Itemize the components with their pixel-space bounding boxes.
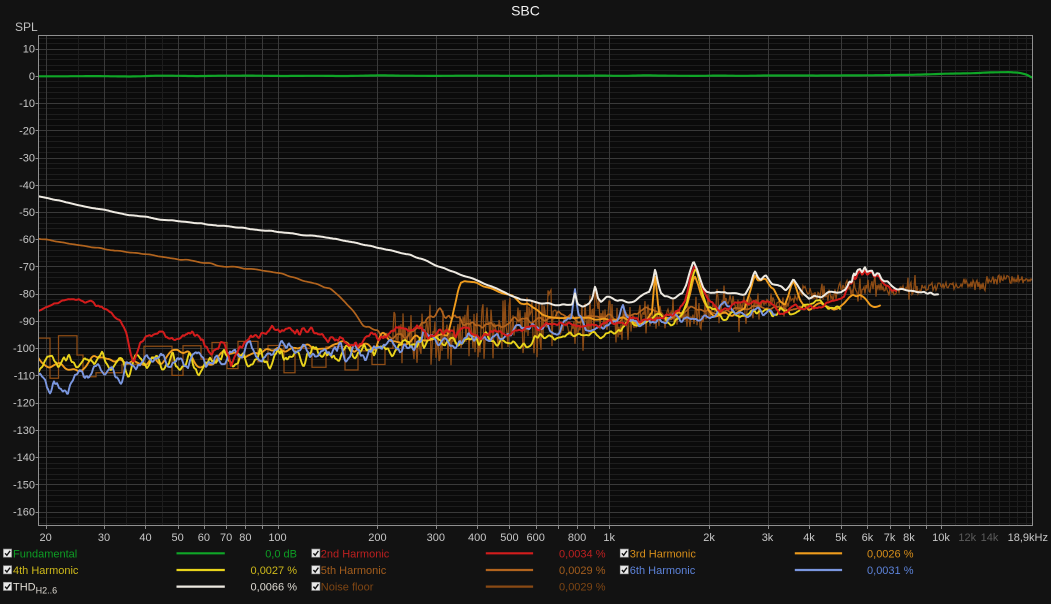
svg-text:-40: -40	[19, 180, 35, 192]
svg-text:-110: -110	[14, 370, 35, 382]
svg-text:200: 200	[368, 532, 386, 544]
svg-text:100: 100	[268, 532, 286, 544]
svg-text:4th Harmonic: 4th Harmonic	[13, 565, 79, 577]
svg-text:12k: 12k	[958, 532, 976, 544]
svg-text:1k: 1k	[603, 532, 615, 544]
svg-text:-90: -90	[19, 316, 35, 328]
svg-text:40: 40	[139, 532, 151, 544]
svg-text:4k: 4k	[803, 532, 815, 544]
svg-text:10k: 10k	[932, 532, 950, 544]
svg-text:0,0034 %: 0,0034 %	[559, 548, 606, 560]
svg-text:14k: 14k	[981, 532, 999, 544]
svg-text:3rd Harmonic: 3rd Harmonic	[630, 548, 697, 560]
svg-text:50: 50	[171, 532, 183, 544]
svg-text:20: 20	[39, 532, 51, 544]
svg-text:-60: -60	[19, 234, 35, 246]
svg-text:-130: -130	[13, 425, 35, 437]
svg-text:-150: -150	[13, 479, 35, 491]
svg-text:400: 400	[468, 532, 486, 544]
svg-text:2nd Harmonic: 2nd Harmonic	[321, 548, 390, 560]
svg-text:0,0029 %: 0,0029 %	[559, 582, 606, 594]
svg-text:300: 300	[427, 532, 445, 544]
svg-text:SBC: SBC	[511, 3, 540, 19]
svg-text:-20: -20	[19, 125, 35, 137]
svg-text:2k: 2k	[703, 532, 715, 544]
svg-text:0,0026 %: 0,0026 %	[867, 548, 914, 560]
svg-text:SPL: SPL	[15, 20, 38, 34]
svg-text:-10: -10	[19, 98, 35, 110]
svg-text:0,0027 %: 0,0027 %	[251, 565, 298, 577]
svg-text:0,0066 %: 0,0066 %	[251, 582, 298, 594]
svg-text:0,0 dB: 0,0 dB	[265, 548, 297, 560]
svg-text:0,0029 %: 0,0029 %	[559, 565, 606, 577]
svg-text:-70: -70	[19, 262, 35, 274]
svg-text:-80: -80	[19, 289, 35, 301]
svg-text:6th Harmonic: 6th Harmonic	[630, 565, 696, 577]
svg-text:-100: -100	[13, 343, 35, 355]
svg-text:-140: -140	[13, 452, 35, 464]
svg-text:70: 70	[220, 532, 232, 544]
svg-text:80: 80	[239, 532, 251, 544]
svg-text:500: 500	[500, 532, 518, 544]
svg-text:-30: -30	[19, 153, 35, 165]
svg-text:60: 60	[198, 532, 210, 544]
svg-text:8k: 8k	[903, 532, 915, 544]
svg-text:-160: -160	[13, 507, 35, 519]
svg-text:-120: -120	[13, 398, 35, 410]
svg-text:30: 30	[98, 532, 110, 544]
svg-text:6k: 6k	[862, 532, 874, 544]
svg-text:5k: 5k	[835, 532, 847, 544]
svg-text:0,0031 %: 0,0031 %	[867, 565, 914, 577]
svg-text:18,9kHz: 18,9kHz	[1008, 532, 1048, 544]
svg-text:7k: 7k	[884, 532, 896, 544]
svg-text:5th Harmonic: 5th Harmonic	[321, 565, 387, 577]
svg-text:Fundamental: Fundamental	[13, 548, 77, 560]
svg-text:800: 800	[568, 532, 586, 544]
svg-text:10: 10	[23, 44, 35, 56]
svg-text:Noise floor: Noise floor	[321, 582, 374, 594]
svg-text:-50: -50	[19, 207, 35, 219]
svg-text:600: 600	[527, 532, 545, 544]
svg-text:3k: 3k	[762, 532, 774, 544]
svg-text:0: 0	[29, 71, 35, 83]
